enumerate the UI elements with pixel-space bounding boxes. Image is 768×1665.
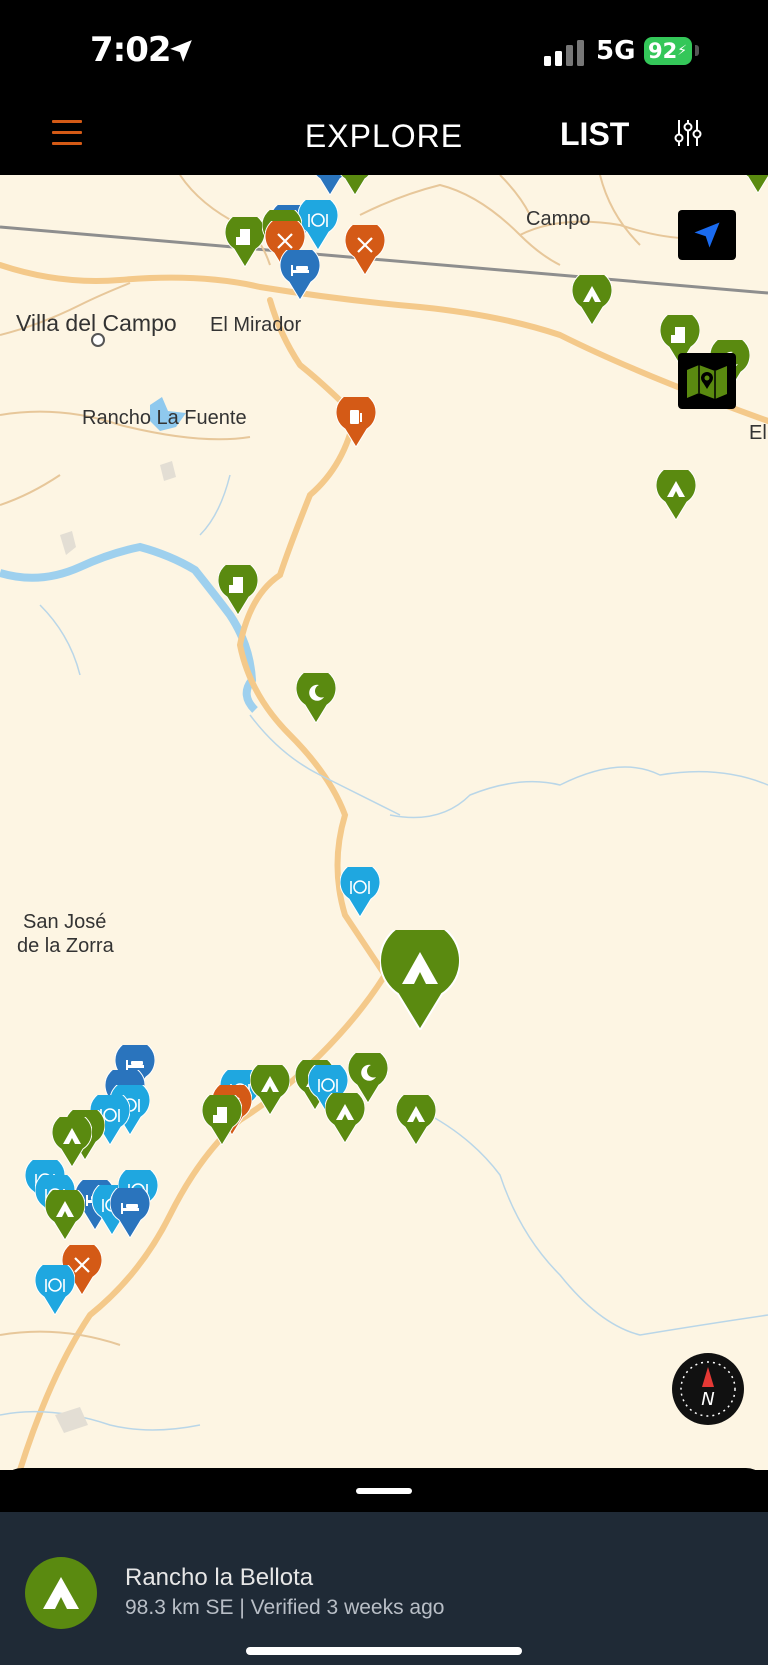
camp-pin-icon[interactable] (324, 1087, 366, 1148)
camp-pin-icon[interactable] (571, 269, 613, 330)
night-pin-icon[interactable] (295, 667, 337, 728)
camp-pin-icon[interactable] (740, 175, 768, 198)
camp-pin-icon[interactable] (395, 1089, 437, 1150)
place-label-de-la-zorra: de la Zorra (17, 935, 114, 957)
sheet-drag-handle[interactable] (356, 1488, 412, 1494)
battery-tip (695, 45, 699, 56)
map-base-layer (0, 175, 768, 1470)
page-title: EXPLORE (304, 118, 464, 154)
fuel-pin-icon[interactable] (335, 391, 377, 452)
place-label-rancho-la-fuente: Rancho La Fuente (82, 407, 247, 429)
list-view-button[interactable]: LIST (560, 116, 629, 153)
place-label-el: El (749, 422, 767, 444)
filter-sliders-icon[interactable] (674, 118, 702, 148)
place-label-villa-del-campo: Villa del Campo (16, 310, 177, 336)
selected-place-card[interactable]: Rancho la Bellota 98.3 km SE | Verified … (0, 1512, 768, 1665)
place-label-el-mirador: El Mirador (210, 314, 302, 336)
place-label-san-jose: San José (23, 911, 107, 933)
service-pin-icon[interactable] (344, 219, 386, 280)
lodging-pin-icon[interactable] (279, 244, 321, 305)
my-location-button[interactable] (678, 210, 736, 260)
camp-pin-icon[interactable] (655, 464, 697, 525)
place-label-campo: Campo (526, 208, 591, 230)
hotel-pin-icon[interactable] (217, 559, 259, 620)
food-pin-icon[interactable] (339, 861, 381, 922)
place-details: 98.3 km SE | Verified 3 weeks ago (125, 1596, 445, 1619)
battery-level: 92 (648, 39, 678, 63)
bottom-sheet[interactable]: Rancho la Bellota 98.3 km SE | Verified … (0, 1468, 768, 1665)
food-pin-icon[interactable] (34, 1259, 76, 1320)
signal-icon (544, 40, 584, 66)
navigation-arrow-icon (694, 222, 720, 248)
map-layers-icon (687, 365, 727, 399)
hotel-pin-icon[interactable] (224, 211, 266, 272)
top-nav-bar: EXPLORE LIST (0, 98, 768, 175)
status-bar: 7:02 5G 92 ⚡ (0, 0, 768, 98)
svg-text:N: N (701, 1389, 714, 1410)
lodging-pin-icon[interactable] (109, 1182, 151, 1243)
battery-indicator: 92 ⚡ (644, 37, 692, 65)
network-type: 5G (596, 36, 636, 66)
camp-pin-icon[interactable] (249, 1059, 291, 1120)
river (0, 542, 258, 713)
location-arrow-icon (170, 40, 192, 62)
camp-pin-icon[interactable] (379, 919, 461, 1035)
place-name: Rancho la Bellota (125, 1564, 314, 1591)
camp-pin-icon[interactable] (44, 1184, 86, 1245)
map-view[interactable]: Campo Villa del Campo El Mirador Rancho … (0, 175, 768, 1470)
camp-pin-icon[interactable] (337, 175, 373, 200)
home-indicator (246, 1647, 522, 1655)
hotel-pin-icon[interactable] (201, 1089, 243, 1150)
charging-bolt-icon: ⚡ (677, 43, 688, 59)
compass-icon: N (680, 1361, 736, 1417)
map-layers-button[interactable] (678, 353, 736, 409)
campground-icon (25, 1557, 97, 1629)
compass-button[interactable]: N (672, 1353, 744, 1425)
status-time: 7:02 (90, 30, 172, 70)
